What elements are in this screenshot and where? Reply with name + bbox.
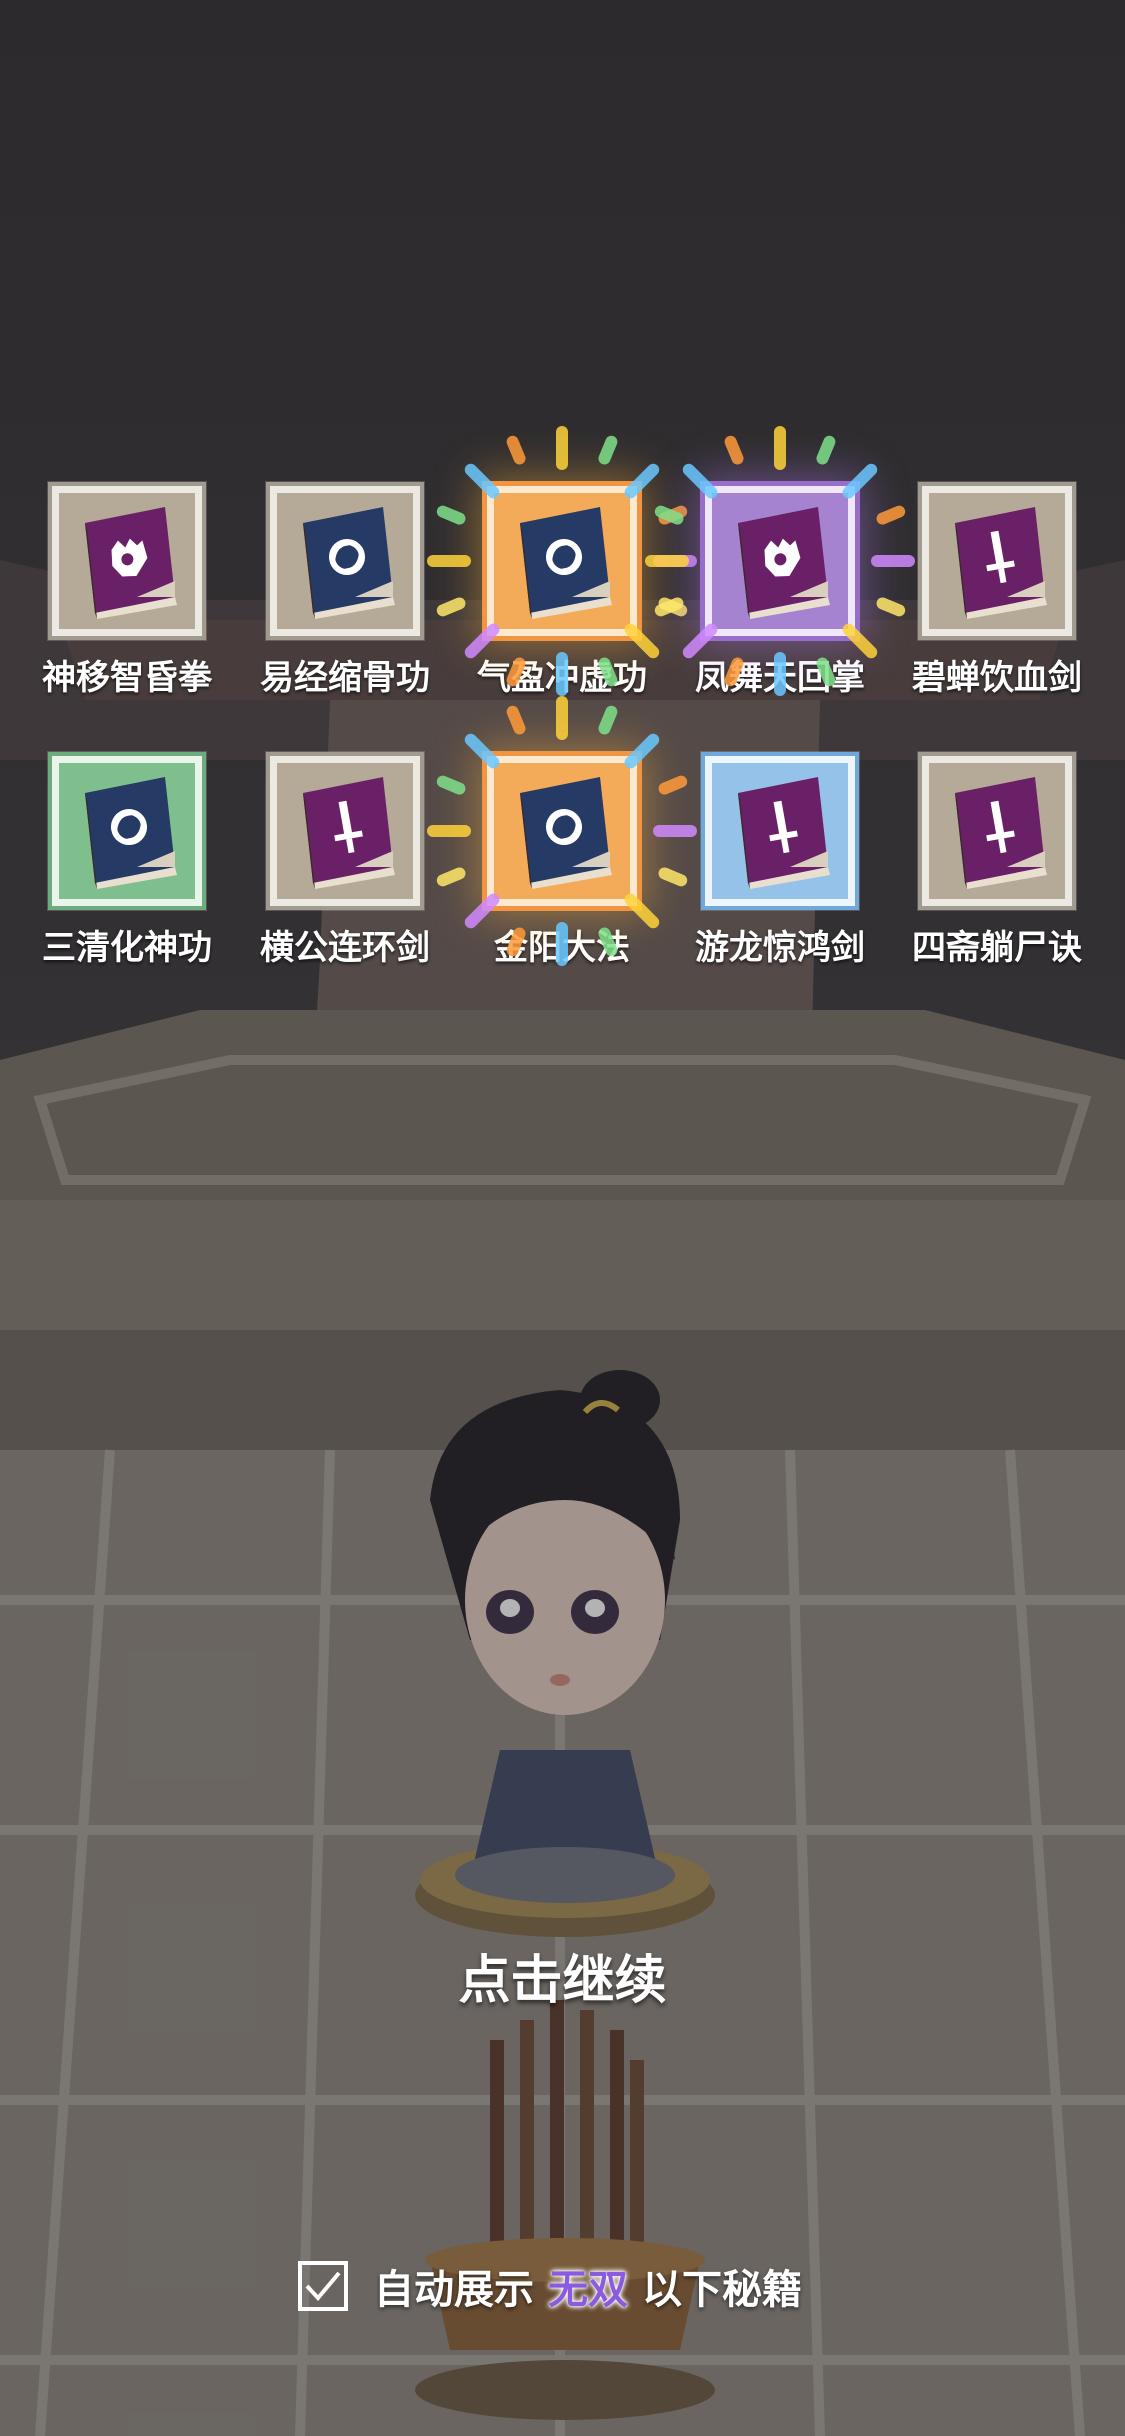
checkmark-icon xyxy=(305,2271,341,2302)
manual-item[interactable]: 易经缩骨功 xyxy=(235,481,455,699)
glow-ray xyxy=(774,652,786,696)
manual-card[interactable] xyxy=(47,481,207,641)
sword-book-icon xyxy=(955,777,1047,889)
manual-name: 碧蝉饮血剑 xyxy=(912,658,1082,698)
glow-ray xyxy=(774,426,786,470)
fist-book-icon xyxy=(738,507,830,619)
manual-item[interactable]: 金阳大法 xyxy=(427,696,697,969)
auto-show-prefix: 自动展示 xyxy=(374,2267,534,2313)
tap-to-continue[interactable]: 点击继续 xyxy=(0,1938,1125,2013)
auto-show-checkbox[interactable] xyxy=(298,2261,348,2311)
auto-show-option[interactable]: 自动展示 无双 以下秘籍 xyxy=(298,2256,802,2316)
manual-card[interactable] xyxy=(427,696,697,966)
manual-item[interactable]: 四斋躺尸诀 xyxy=(887,751,1107,969)
glow-ray xyxy=(645,555,689,567)
glow-ray xyxy=(427,555,471,567)
manual-card[interactable] xyxy=(917,481,1077,641)
manual-item[interactable]: 三清化神功 xyxy=(17,751,237,969)
manual-card[interactable] xyxy=(265,481,425,641)
manual-name: 神移智昏拳 xyxy=(42,658,212,698)
glow-ray xyxy=(427,825,471,837)
glow-ray xyxy=(556,652,568,696)
swirl-book-icon xyxy=(85,777,177,889)
manual-card[interactable] xyxy=(427,426,697,696)
manual-item[interactable]: 气盈冲虚功 xyxy=(427,426,697,699)
manual-card[interactable] xyxy=(47,751,207,911)
manual-item[interactable]: 神移智昏拳 xyxy=(17,481,237,699)
manual-card[interactable] xyxy=(700,751,860,911)
manual-name: 三清化神功 xyxy=(42,928,212,968)
sword-book-icon xyxy=(303,777,395,889)
glow-ray xyxy=(556,922,568,966)
temple-scene-background xyxy=(0,0,1125,2436)
manual-name: 游龙惊鸿剑 xyxy=(695,928,865,968)
glow-ray xyxy=(556,696,568,740)
manual-item[interactable]: 横公连环剑 xyxy=(235,751,455,969)
sword-book-icon xyxy=(738,777,830,889)
manual-card[interactable] xyxy=(645,426,915,696)
fist-book-icon xyxy=(85,507,177,619)
auto-show-suffix: 以下秘籍 xyxy=(642,2267,802,2313)
manual-name: 四斋躺尸诀 xyxy=(912,928,1082,968)
manual-item[interactable]: 凤舞天回掌 xyxy=(645,426,915,699)
manual-item[interactable]: 碧蝉饮血剑 xyxy=(887,481,1107,699)
manual-card[interactable] xyxy=(265,751,425,911)
glow-ray xyxy=(556,426,568,470)
manual-item[interactable]: 游龙惊鸿剑 xyxy=(670,751,890,969)
swirl-book-icon xyxy=(303,507,395,619)
manual-card[interactable] xyxy=(917,751,1077,911)
sword-book-icon xyxy=(955,507,1047,619)
auto-show-rarity[interactable]: 无双 xyxy=(548,2257,628,2315)
swirl-book-icon xyxy=(520,507,612,619)
manual-name: 横公连环剑 xyxy=(260,928,430,968)
swirl-book-icon xyxy=(520,777,612,889)
manual-name: 易经缩骨功 xyxy=(260,658,430,698)
